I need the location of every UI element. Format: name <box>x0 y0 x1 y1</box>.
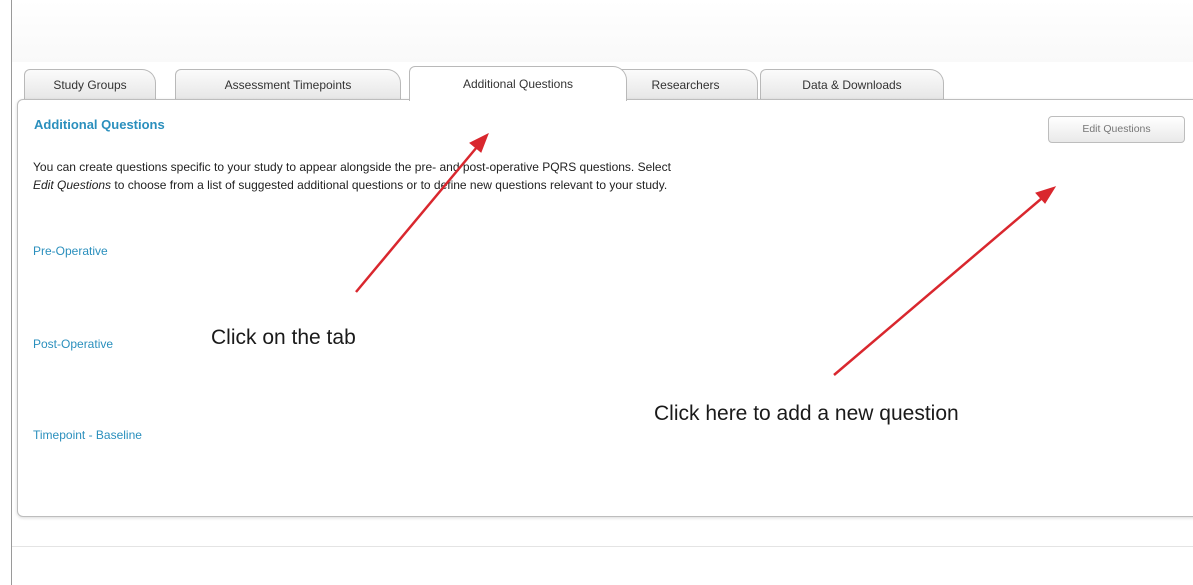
intro-line-2: to choose from a list of suggested addit… <box>111 178 668 192</box>
section-pre-operative[interactable]: Pre-Operative <box>33 244 108 258</box>
annotation-tab-hint: Click on the tab <box>211 326 356 349</box>
intro-text: You can create questions specific to you… <box>33 158 1043 194</box>
footer-divider <box>12 546 1193 547</box>
top-band <box>12 0 1193 62</box>
tab-additional-questions[interactable]: Additional Questions <box>409 66 627 101</box>
panel-title: Additional Questions <box>34 117 165 132</box>
tab-assessment-timepoints[interactable]: Assessment Timepoints <box>175 69 401 100</box>
tab-bar: Study Groups Assessment Timepoints Addit… <box>24 66 1184 101</box>
annotation-button-hint: Click here to add a new question <box>654 402 959 425</box>
edit-questions-button[interactable]: Edit Questions <box>1048 116 1185 143</box>
tab-study-groups[interactable]: Study Groups <box>24 69 156 100</box>
section-timepoint-baseline[interactable]: Timepoint - Baseline <box>33 428 142 442</box>
tab-researchers[interactable]: Researchers <box>613 69 758 100</box>
section-post-operative[interactable]: Post-Operative <box>33 337 113 351</box>
intro-emphasis: Edit Questions <box>33 178 112 192</box>
left-border <box>11 0 12 585</box>
intro-line-1: You can create questions specific to you… <box>33 160 671 174</box>
additional-questions-panel: Additional Questions Edit Questions You … <box>17 99 1193 517</box>
tab-data-downloads[interactable]: Data & Downloads <box>760 69 944 100</box>
